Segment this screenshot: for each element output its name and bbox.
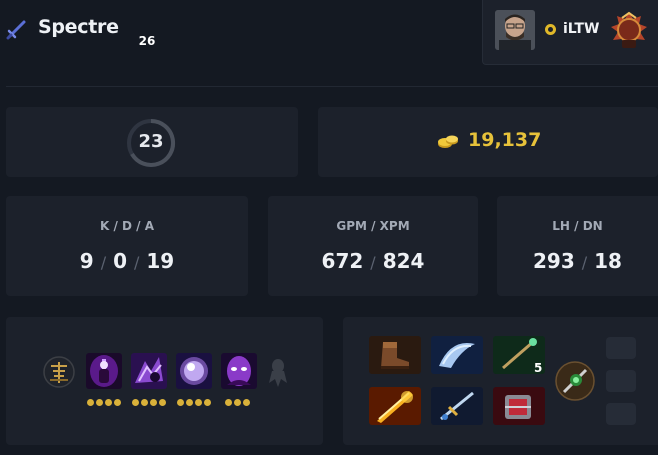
separator: / (100, 253, 107, 272)
level-dot (225, 399, 232, 406)
kda-card (6, 196, 248, 296)
level-dot (195, 399, 202, 406)
kills-value: 9 (79, 249, 94, 273)
kda-values: 9 / 0 / 19 (6, 249, 248, 273)
level-dot (234, 399, 241, 406)
xpm-value: 824 (382, 249, 425, 273)
haunt-icon[interactable] (221, 353, 257, 389)
spectral-dagger-icon[interactable] (86, 353, 122, 389)
level-dot (150, 399, 157, 406)
manta-style-icon[interactable] (431, 387, 483, 425)
level-dot (159, 399, 166, 406)
avatar[interactable] (495, 10, 535, 50)
hero-name[interactable]: Spectre (38, 16, 119, 38)
divider (6, 86, 658, 87)
radiance-icon[interactable] (369, 387, 421, 425)
level-dot (105, 399, 112, 406)
dispersion-icon[interactable] (176, 353, 212, 389)
neutral-item-icon[interactable] (554, 360, 596, 402)
level-dot (114, 399, 121, 406)
hero-level: 23 (138, 131, 164, 152)
level-dot (204, 399, 211, 406)
ability-level-dots (225, 399, 250, 407)
gpm-xpm-values: 672 / 824 (268, 249, 478, 273)
sword-icon (6, 20, 26, 40)
denies-value: 18 (594, 249, 622, 273)
rank-number: 26 (138, 34, 156, 48)
lh-dn-card (497, 196, 658, 296)
kda-label: K / D / A (99, 219, 155, 233)
last-hits-value: 293 (533, 249, 575, 273)
ability-level-dots (87, 399, 121, 407)
level-dot (177, 399, 184, 406)
level-dot (243, 399, 250, 406)
separator: / (581, 253, 588, 272)
gpm-xpm-card (268, 196, 478, 296)
diffusal-blade-icon[interactable] (431, 336, 483, 374)
dota-plus-icon (545, 24, 556, 35)
player-card[interactable]: iLTW (482, 0, 658, 65)
lh-dn-label: LH / DN (552, 219, 603, 233)
separator: / (134, 253, 140, 272)
aghanims-shard-icon (269, 359, 287, 387)
backpack-slot[interactable] (606, 370, 636, 392)
level-dot (96, 399, 103, 406)
desolate-icon[interactable] (131, 353, 167, 389)
blade-mail-icon[interactable] (493, 387, 545, 425)
talent-tree-icon[interactable] (42, 355, 76, 389)
ability-level-dots (177, 399, 211, 407)
backpack-slot[interactable] (606, 403, 636, 425)
gold-coins-icon (438, 135, 458, 148)
gpm-value: 672 (321, 249, 364, 273)
ability-level-dots (132, 399, 166, 407)
boots-icon[interactable] (369, 336, 421, 374)
net-worth: 19,137 (468, 129, 542, 151)
gpm-xpm-label: GPM / XPM (336, 219, 410, 233)
assists-value: 19 (146, 249, 175, 273)
player-name[interactable]: iLTW (563, 21, 599, 37)
level-dot (186, 399, 193, 406)
lh-dn-values: 293 / 18 (497, 249, 658, 273)
backpack-slot[interactable] (606, 337, 636, 359)
level-dot (132, 399, 139, 406)
level-dot (141, 399, 148, 406)
deaths-value: 0 (113, 249, 127, 273)
item-charges: 5 (534, 361, 543, 375)
rank-medal-icon (611, 11, 647, 48)
level-dot (87, 399, 94, 406)
separator: / (370, 253, 376, 272)
